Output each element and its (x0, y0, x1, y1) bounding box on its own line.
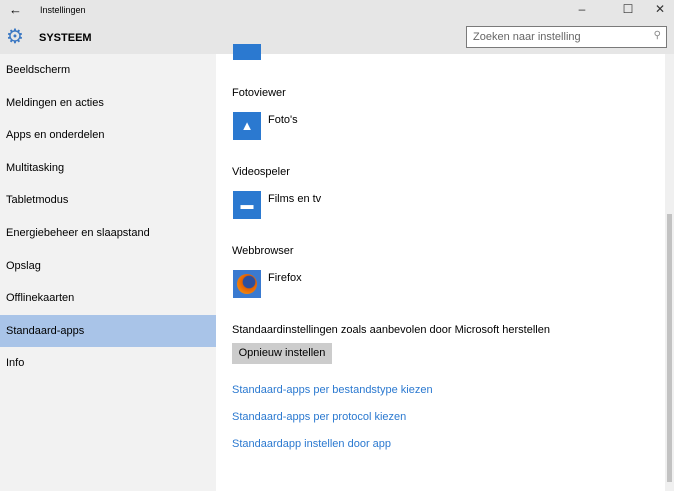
reset-button[interactable]: Opnieuw instellen (232, 343, 332, 364)
search-icon[interactable]: ⚲ (654, 30, 661, 41)
scrollbar-thumb[interactable] (667, 214, 672, 482)
main-content: Fotoviewer ▲ Foto's Videospeler ▬ Films … (216, 44, 674, 491)
close-button[interactable]: ✕ (646, 2, 674, 16)
sidebar-item-info[interactable]: Info (0, 347, 216, 380)
video-heading: Videospeler (232, 166, 290, 178)
header: ⚙ SYSTEEM Zoeken naar instelling ⚲ (0, 22, 674, 54)
app-icon-partial[interactable] (233, 44, 261, 60)
photo-heading: Fotoviewer (232, 87, 286, 99)
sidebar-item-standaard-apps[interactable]: Standaard-apps (0, 314, 216, 348)
photo-app-name[interactable]: Foto's (268, 114, 298, 126)
films-icon[interactable]: ▬ (233, 191, 261, 219)
link-protocol[interactable]: Standaard-apps per protocol kiezen (232, 411, 406, 423)
video-app-name[interactable]: Films en tv (268, 193, 321, 205)
sidebar-item-tabletmodus[interactable]: Tabletmodus (0, 184, 216, 217)
title-bar: ← Instellingen – ☐ ✕ (0, 0, 674, 22)
link-by-app[interactable]: Standaardapp instellen door app (232, 438, 391, 450)
sidebar: Beeldscherm Meldingen en acties Apps en … (0, 54, 216, 491)
back-button[interactable]: ← (9, 2, 22, 17)
search-placeholder: Zoeken naar instelling (473, 31, 581, 43)
sidebar-item-opslag[interactable]: Opslag (0, 250, 216, 283)
minimize-button[interactable]: – (568, 2, 596, 16)
sidebar-item-meldingen[interactable]: Meldingen en acties (0, 87, 216, 120)
maximize-button[interactable]: ☐ (614, 2, 642, 16)
scrollbar[interactable] (665, 54, 674, 491)
firefox-icon[interactable] (233, 270, 261, 298)
reset-text: Standaardinstellingen zoals aanbevolen d… (232, 324, 550, 336)
sidebar-item-beeldscherm[interactable]: Beeldscherm (0, 54, 216, 87)
web-heading: Webbrowser (232, 245, 294, 257)
page-title: SYSTEEM (39, 32, 92, 44)
search-input[interactable]: Zoeken naar instelling ⚲ (466, 26, 667, 48)
sidebar-item-offlinekaarten[interactable]: Offlinekaarten (0, 282, 216, 315)
sidebar-item-energiebeheer[interactable]: Energiebeheer en slaapstand (0, 217, 216, 250)
sidebar-item-apps[interactable]: Apps en onderdelen (0, 119, 216, 152)
web-app-name[interactable]: Firefox (268, 272, 302, 284)
gear-icon: ⚙ (6, 26, 24, 48)
sidebar-item-multitasking[interactable]: Multitasking (0, 152, 216, 185)
photos-icon[interactable]: ▲ (233, 112, 261, 140)
window-title: Instellingen (40, 5, 86, 15)
link-filetype[interactable]: Standaard-apps per bestandstype kiezen (232, 384, 433, 396)
